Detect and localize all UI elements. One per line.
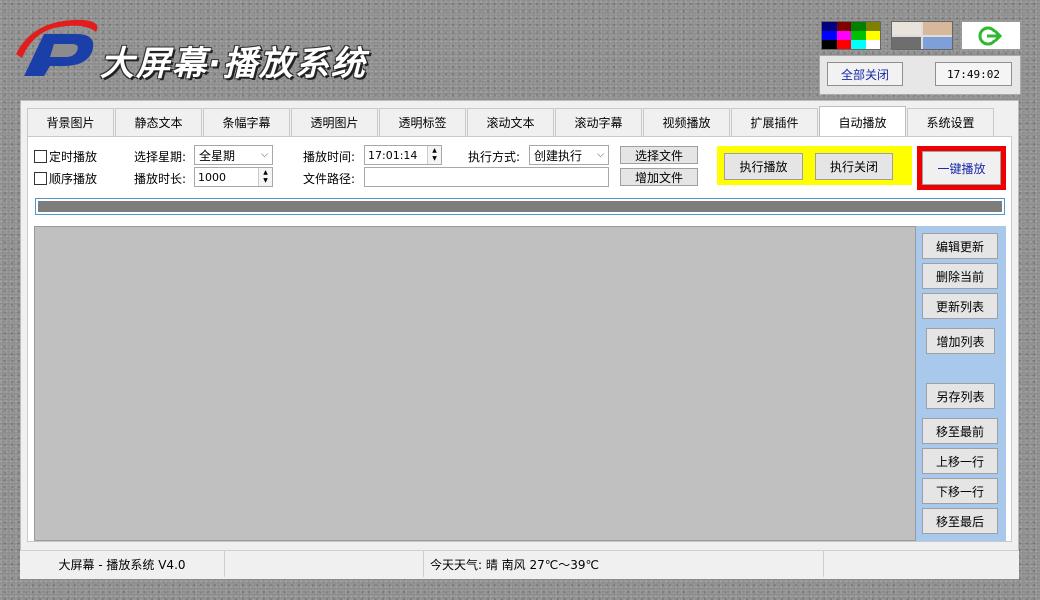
save-as-list-button[interactable]: 另存列表: [926, 383, 995, 409]
tab-banner-caption[interactable]: 条幅字幕: [203, 108, 290, 136]
seq-play-label: 顺序播放: [49, 172, 98, 186]
color-swatch-cell[interactable]: [851, 40, 866, 49]
select-file-button[interactable]: 选择文件: [620, 146, 698, 164]
clock-display: 17:49:02: [935, 62, 1012, 86]
texture-swatch-cell[interactable]: [923, 36, 952, 49]
chevron-down-icon: ⌵: [597, 150, 604, 160]
app-title: 大屏幕·播放系统: [100, 44, 367, 84]
move-down-button[interactable]: 下移一行: [922, 478, 998, 504]
move-last-button[interactable]: 移至最后: [922, 508, 998, 534]
timed-play-checkbox[interactable]: 定时播放: [34, 148, 97, 165]
texture-swatch-cell[interactable]: [892, 36, 921, 49]
play-time-field[interactable]: 17:01:14 ▲ ▼: [364, 145, 442, 165]
status-bar: 大屏幕 - 播放系统 V4.0 今天天气: 晴 南风 27℃～39℃: [20, 550, 1019, 579]
tab-system-settings[interactable]: 系统设置: [907, 108, 994, 136]
one-key-play-button[interactable]: 一键播放: [922, 151, 1001, 185]
file-path-input[interactable]: [364, 167, 609, 187]
color-swatch-cell[interactable]: [836, 22, 851, 31]
edit-update-button[interactable]: 编辑更新: [922, 233, 998, 259]
tab-transparent-label[interactable]: 透明标签: [379, 108, 466, 136]
weekday-label: 选择星期:: [134, 150, 187, 164]
tab-background-image[interactable]: 背景图片: [27, 108, 114, 136]
progress-bar: [35, 198, 1005, 215]
tab-bar: 背景图片 静态文本 条幅字幕 透明图片 透明标签 滚动文本 滚动字幕 视频播放 …: [27, 106, 995, 137]
duration-field[interactable]: 1000 ▲ ▼: [194, 167, 273, 187]
color-theme-picker[interactable]: [821, 21, 881, 50]
play-time-value: 17:01:14: [368, 148, 418, 162]
move-up-button[interactable]: 上移一行: [922, 448, 998, 474]
status-version: 大屏幕 - 播放系统 V4.0: [20, 551, 225, 577]
close-all-button[interactable]: 全部关闭: [827, 62, 903, 86]
delete-current-button[interactable]: 删除当前: [922, 263, 998, 289]
exec-mode-select[interactable]: 创建执行 ⌵: [529, 145, 609, 165]
color-swatch-cell[interactable]: [865, 31, 880, 40]
tab-video-play[interactable]: 视频播放: [643, 108, 730, 136]
exec-close-button[interactable]: 执行关闭: [815, 153, 893, 180]
checkbox-box[interactable]: [34, 150, 47, 163]
status-empty-1: [225, 551, 424, 577]
color-swatch-cell[interactable]: [822, 22, 837, 31]
tab-static-text[interactable]: 静态文本: [115, 108, 202, 136]
color-swatch-cell[interactable]: [836, 31, 851, 40]
color-swatch-cell[interactable]: [836, 40, 851, 49]
texture-theme-picker[interactable]: [891, 21, 953, 50]
add-file-button[interactable]: 增加文件: [620, 168, 698, 186]
color-swatch-cell[interactable]: [851, 31, 866, 40]
exec-mode-label: 执行方式:: [468, 150, 521, 164]
move-first-button[interactable]: 移至最前: [922, 418, 998, 444]
add-list-button[interactable]: 增加列表: [926, 328, 995, 354]
status-weather: 今天天气: 晴 南风 27℃～39℃: [424, 551, 824, 577]
chevron-down-icon: ⌵: [261, 150, 268, 160]
weekday-select[interactable]: 全星期 ⌵: [194, 145, 273, 165]
checkbox-box[interactable]: [34, 172, 47, 185]
exec-play-button[interactable]: 执行播放: [724, 153, 803, 180]
status-empty-2: [825, 551, 1015, 577]
progress-fill: [38, 201, 1002, 212]
spin-arrows-icon[interactable]: ▲ ▼: [258, 168, 272, 186]
spin-arrows-icon[interactable]: ▲ ▼: [427, 146, 441, 164]
texture-swatch-cell[interactable]: [892, 22, 921, 35]
color-swatch-cell[interactable]: [865, 22, 880, 31]
update-list-button[interactable]: 更新列表: [922, 293, 998, 319]
tab-scroll-text[interactable]: 滚动文本: [467, 108, 554, 136]
exit-icon: [978, 26, 1003, 45]
tab-transparent-image[interactable]: 透明图片: [291, 108, 378, 136]
duration-label: 播放时长:: [134, 172, 187, 186]
app-logo: [14, 14, 104, 84]
color-swatch-cell[interactable]: [822, 31, 837, 40]
duration-value: 1000: [198, 170, 226, 184]
color-swatch-cell[interactable]: [851, 22, 866, 31]
seq-play-checkbox[interactable]: 顺序播放: [34, 170, 97, 187]
tab-auto-play[interactable]: 自动播放: [819, 106, 906, 137]
tab-extension-plugin[interactable]: 扩展插件: [731, 108, 818, 136]
play-time-label: 播放时间:: [303, 150, 356, 164]
tab-scroll-caption[interactable]: 滚动字幕: [555, 108, 642, 136]
texture-swatch-cell[interactable]: [923, 22, 952, 35]
exit-button[interactable]: [961, 21, 1021, 50]
exec-mode-value: 创建执行: [534, 148, 583, 163]
color-swatch-cell[interactable]: [865, 40, 880, 49]
weekday-value: 全星期: [199, 148, 236, 163]
timed-play-label: 定时播放: [49, 150, 98, 164]
color-swatch-cell[interactable]: [822, 40, 837, 49]
file-path-label: 文件路径:: [303, 172, 356, 186]
playlist-area[interactable]: [34, 226, 916, 541]
